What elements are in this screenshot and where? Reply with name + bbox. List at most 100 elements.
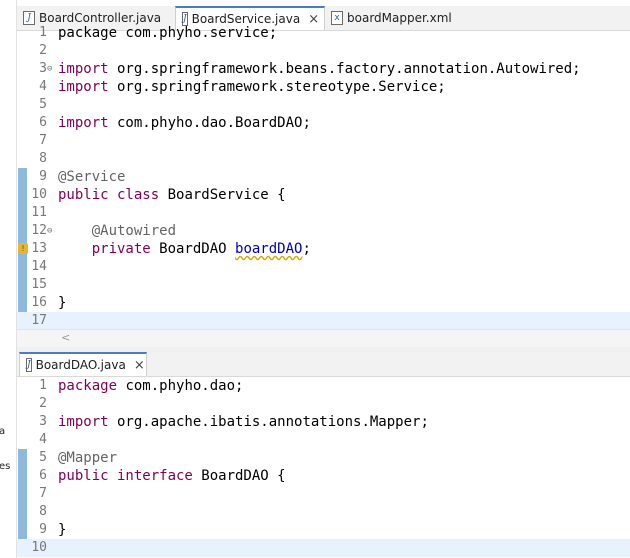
code-token: org.apache.ibatis.annotations.Mapper; <box>108 414 429 430</box>
code-text: public interface BoardDAO { <box>58 467 286 485</box>
line-number: 8 <box>39 151 47 166</box>
line-number: 4 <box>39 432 47 447</box>
code-line: 14 <box>17 258 630 276</box>
code-line: 2 <box>17 42 630 60</box>
code-text: } <box>58 521 66 539</box>
code-token: package com.phyho.service; <box>58 25 278 41</box>
code-text: package com.phyho.service; <box>58 24 277 42</box>
code-token: ; <box>302 241 311 257</box>
change-marker <box>18 168 27 186</box>
line-number: 15 <box>31 277 47 292</box>
tab-label: boardMapper.xml <box>347 11 452 25</box>
left-panel-fragment: a <box>0 426 6 437</box>
scroll-left-arrow[interactable]: < <box>61 331 70 344</box>
code-line: 3 ⊖ import org.springframework.beans.facto… <box>17 60 630 78</box>
fold-toggle-icon[interactable]: ⊖ <box>47 222 56 240</box>
line-number: 1 <box>39 378 47 393</box>
code-token: BoardService { <box>159 187 286 203</box>
code-line: 16} <box>17 294 630 312</box>
change-marker <box>18 503 27 521</box>
code-token: BoardDAO <box>150 241 236 257</box>
code-line: 5 <box>17 96 630 114</box>
code-line: 8 <box>17 150 630 168</box>
keyword-token: import <box>58 79 109 95</box>
change-marker <box>18 467 27 485</box>
code-line: 1 package com.phyho.service; <box>17 24 630 42</box>
horizontal-scrollbar[interactable]: < <box>17 329 630 347</box>
code-line: 12 ⊖ @Autowired <box>17 222 630 240</box>
code-token: com.phyho.dao.BoardDAO; <box>108 115 311 131</box>
left-panel-fragment: es <box>0 461 11 472</box>
line-number: 3 <box>39 414 47 429</box>
line-number: 14 <box>31 259 47 274</box>
top-editor-pane: J BoardController.java J BoardService.ja… <box>17 6 630 347</box>
annotation-token: @Mapper <box>58 450 118 466</box>
close-icon[interactable]: × <box>134 358 145 373</box>
editor-tab-bar: J BoardDAO.java × <box>17 352 630 377</box>
tab-label: BoardController.java <box>39 11 162 25</box>
code-editor-board-dao[interactable]: 1 package com.phyho.dao; 2 3 import org.apac… <box>17 377 630 558</box>
code-line: 4 <box>17 431 630 449</box>
change-marker <box>18 186 27 204</box>
line-number: 16 <box>31 295 47 310</box>
code-line: 7 <box>17 132 630 150</box>
change-marker <box>18 258 27 276</box>
code-line: 9} <box>17 521 630 539</box>
code-text: @Mapper <box>58 449 117 467</box>
fold-toggle-icon[interactable]: ⊖ <box>47 60 56 78</box>
code-line: ! 13 private BoardDAO boardDAO; <box>17 240 630 258</box>
line-number: 13 <box>31 241 47 256</box>
line-number: 3 <box>39 61 47 76</box>
change-marker <box>18 276 27 294</box>
line-number: 9 <box>39 522 47 537</box>
annotation-token: @Service <box>58 169 126 185</box>
code-text: import org.apache.ibatis.annotations.Map… <box>58 413 429 431</box>
code-token: org.springframework.beans.factory.annota… <box>108 61 581 77</box>
code-line: 15 <box>17 276 630 294</box>
line-number: 17 <box>31 313 47 328</box>
line-number: 5 <box>39 450 47 465</box>
field-token: boardDAO <box>235 241 303 257</box>
keyword-token: private <box>58 241 151 257</box>
tab-board-dao[interactable]: J BoardDAO.java × <box>19 352 147 376</box>
line-number: 6 <box>39 468 47 483</box>
keyword-token: import <box>58 414 109 430</box>
code-line: 8 <box>17 503 630 521</box>
java-file-icon: J <box>23 11 35 25</box>
code-line: 6 public interface BoardDAO { <box>17 467 630 485</box>
annotation-token: @Autowired <box>58 223 177 239</box>
code-token: org.springframework.stereotype.Service; <box>108 79 446 95</box>
code-token: BoardDAO { <box>192 468 286 484</box>
line-number: 10 <box>31 187 47 202</box>
code-line: 1 package com.phyho.dao; <box>17 377 630 395</box>
code-text: import org.springframework.stereotype.Se… <box>58 78 446 96</box>
code-line: 9 @Service <box>17 168 630 186</box>
code-editor-board-service[interactable]: 1 package com.phyho.service; 2 3 ⊖ import org… <box>17 24 630 330</box>
code-line: 3 import org.apache.ibatis.annotations.Ma… <box>17 413 630 431</box>
left-panel-edge: a es <box>0 0 17 558</box>
line-number: 11 <box>31 205 47 220</box>
code-text: import com.phyho.dao.BoardDAO; <box>58 114 311 132</box>
code-line: 5 @Mapper <box>17 449 630 467</box>
tab-label: BoardDAO.java <box>35 358 126 372</box>
line-number: 7 <box>39 486 47 501</box>
xml-file-icon: x <box>331 11 343 25</box>
code-line: 10 <box>17 539 630 557</box>
bottom-editor-pane: J BoardDAO.java × 1 package com.phyho.dao… <box>17 352 630 558</box>
code-line: 6 import com.phyho.dao.BoardDAO; <box>17 114 630 132</box>
change-marker <box>18 222 27 240</box>
keyword-token: import <box>58 61 109 77</box>
line-number: 8 <box>39 504 47 519</box>
change-marker <box>18 485 27 503</box>
line-number: 2 <box>39 43 47 58</box>
line-number: 1 <box>39 25 47 40</box>
change-marker <box>18 204 27 222</box>
code-line: 17 <box>17 312 630 330</box>
code-line: 10 public class BoardService { <box>17 186 630 204</box>
code-line: 7 <box>17 485 630 503</box>
keyword-token: public interface <box>58 468 193 484</box>
code-text: } <box>58 294 66 312</box>
line-number: 6 <box>39 115 47 130</box>
change-marker <box>18 521 27 539</box>
code-token: com.phyho.dao; <box>117 378 244 394</box>
